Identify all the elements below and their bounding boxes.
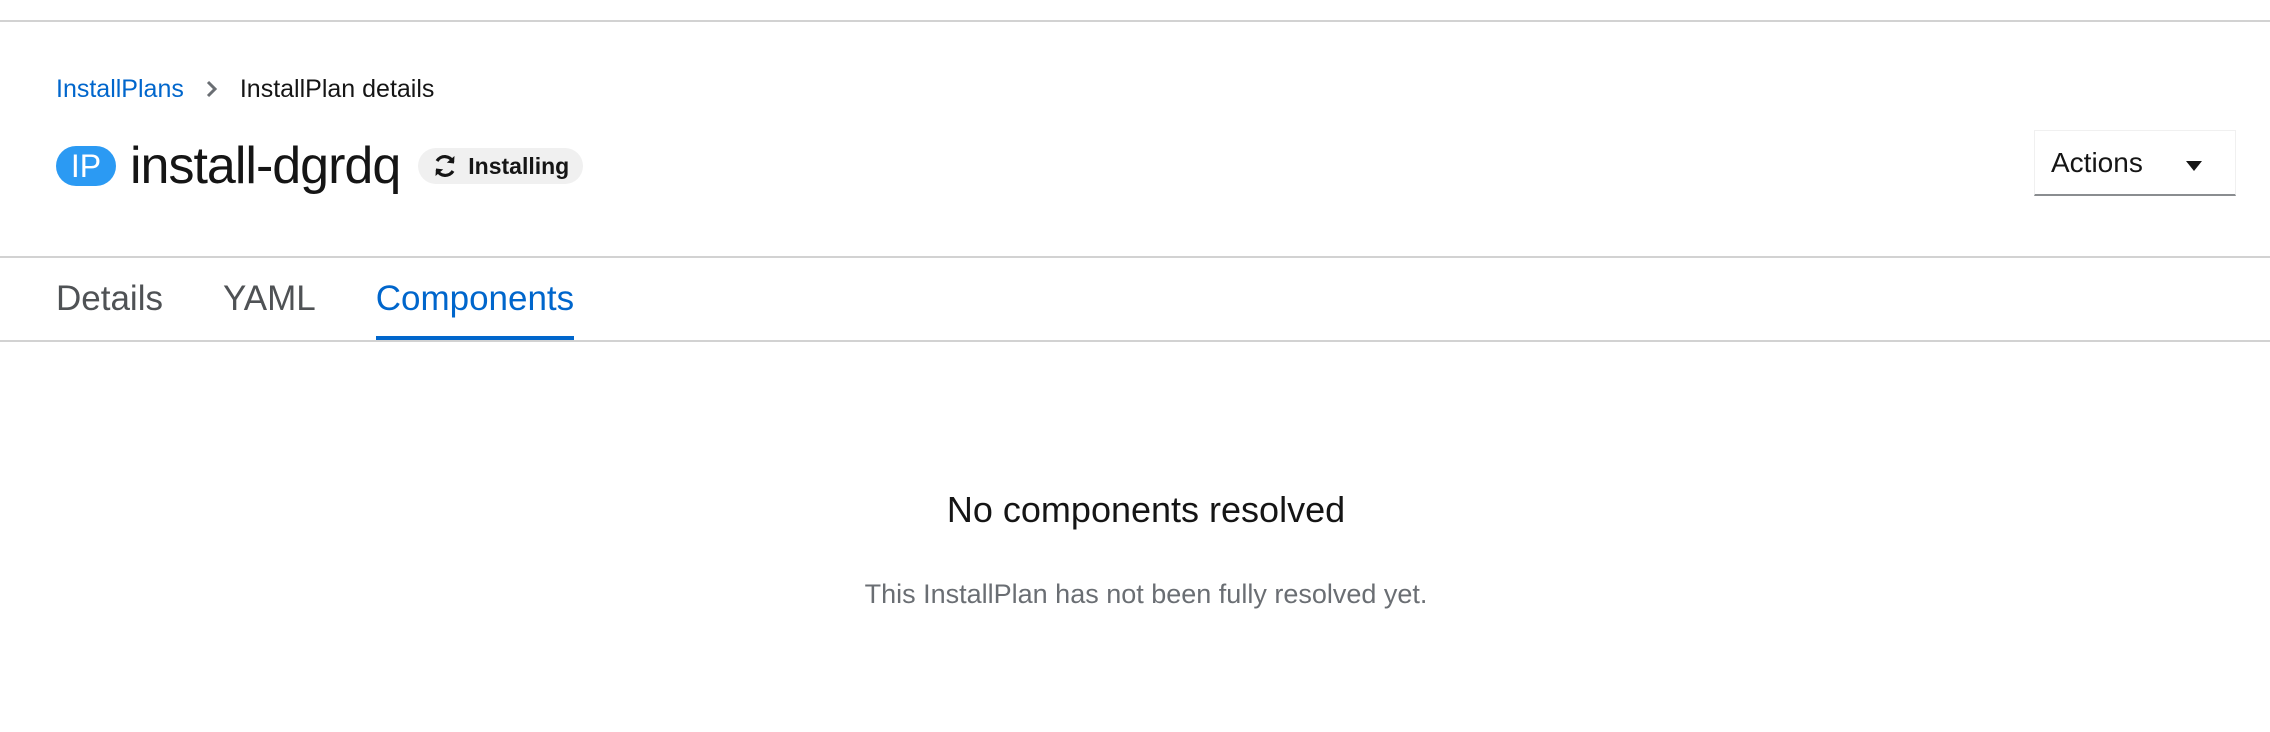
tab-yaml[interactable]: YAML — [223, 258, 316, 340]
status-badge: Installing — [418, 148, 584, 184]
tab-details[interactable]: Details — [56, 258, 163, 340]
tab-bar: Details YAML Components — [56, 258, 634, 340]
empty-state-body: This InstallPlan has not been fully reso… — [864, 579, 1428, 609]
chevron-right-icon — [206, 80, 218, 98]
actions-dropdown-button[interactable]: Actions — [2034, 130, 2236, 196]
resource-badge: IP — [56, 146, 116, 186]
status-label: Installing — [468, 152, 570, 179]
empty-state: No components resolved This InstallPlan … — [0, 480, 2270, 614]
tabs-bottom-divider — [0, 340, 2270, 342]
page-title: install-dgrdq — [130, 137, 401, 195]
actions-label: Actions — [2051, 146, 2143, 178]
tab-components[interactable]: Components — [375, 258, 575, 340]
caret-down-icon — [2185, 147, 2203, 179]
breadcrumb-link-installplans[interactable]: InstallPlans — [56, 75, 184, 104]
top-divider — [0, 20, 2270, 22]
installplan-details-page: InstallPlans InstallPlan details IP inst… — [0, 0, 2270, 732]
page-heading: IP install-dgrdq Installing — [56, 133, 584, 199]
breadcrumb-current: InstallPlan details — [239, 74, 435, 103]
empty-state-title: No components resolved — [946, 489, 1346, 530]
breadcrumb: InstallPlans InstallPlan details — [56, 72, 434, 106]
sync-icon — [432, 153, 458, 179]
